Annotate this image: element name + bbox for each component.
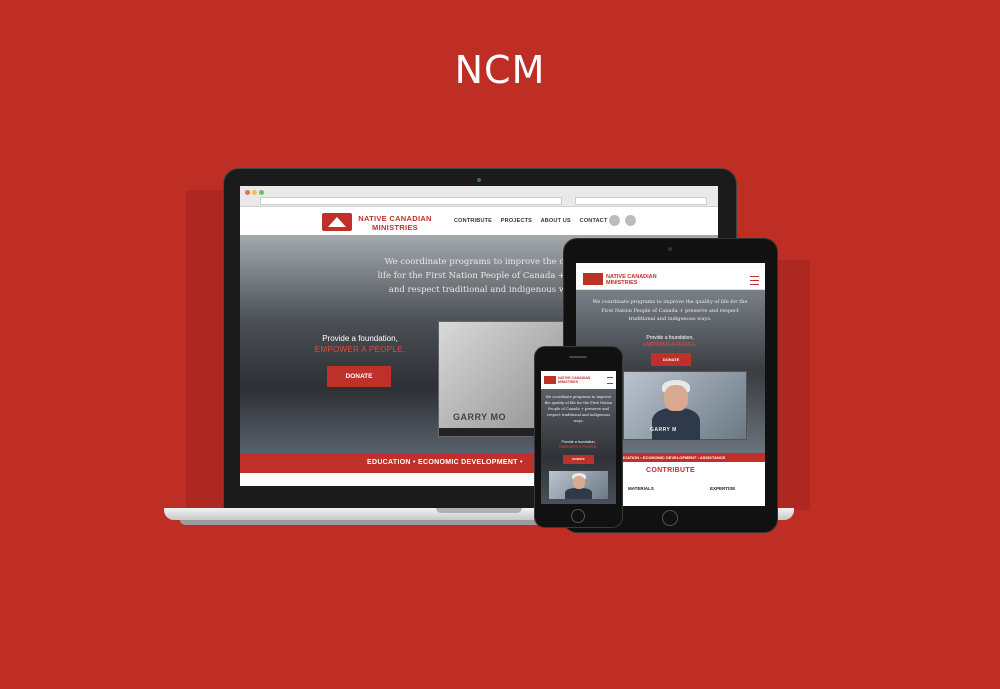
tablet-provide-line-2: EMPOWER A PEOPLE. — [643, 342, 697, 348]
phone-speaker — [569, 356, 587, 358]
browser-search-field[interactable] — [575, 197, 707, 205]
phone-logo-text[interactable]: NATIVE CANADIAN MINISTRIES — [558, 376, 590, 384]
phone-screen: NATIVE CANADIAN MINISTRIES We coordinate… — [541, 371, 616, 504]
tablet-hero-text: We coordinate programs to improve the qu… — [592, 299, 748, 322]
tablet-video-caption: GARRY M — [650, 427, 677, 433]
phone-provide-tagline: Provide a foundation, EMPOWER A PEOPLE. — [544, 440, 613, 450]
tablet-provide-line-1: Provide a foundation, — [646, 335, 694, 341]
provide-tagline: Provide a foundation, EMPOWER A PEOPLE. — [305, 333, 415, 355]
logo-line-2: MINISTRIES — [372, 223, 418, 232]
laptop-notch — [436, 508, 522, 513]
phone-video-person-body — [565, 488, 592, 499]
phone-hero-section: We coordinate programs to improve the qu… — [541, 389, 616, 504]
provide-line-1: Provide a foundation, — [322, 334, 398, 343]
nav-item-contribute[interactable]: CONTRIBUTE — [454, 218, 492, 224]
video-caption: GARRY MO — [453, 412, 507, 422]
tablet-logo-line-2: MINISTRIES — [606, 280, 638, 286]
tablet-site-header: NATIVE CANADIAN MINISTRIES — [576, 269, 765, 290]
page-title: NCM — [454, 48, 546, 92]
phone-logo-line-2: MINISTRIES — [558, 380, 579, 384]
phone-mockup: NATIVE CANADIAN MINISTRIES We coordinate… — [534, 346, 623, 528]
nav-item-about-us[interactable]: ABOUT US — [541, 218, 571, 224]
tablet-video-person-body — [652, 408, 700, 440]
logo-line-1: NATIVE CANADIAN — [358, 214, 432, 223]
tablet-home-button — [662, 510, 678, 526]
tablet-video-player[interactable]: GARRY M — [623, 371, 747, 440]
mountains-logo-icon[interactable] — [322, 213, 352, 231]
expertise-label: EXPERTISE — [710, 486, 736, 491]
phone-video-person-face — [573, 476, 585, 489]
phone-hamburger-menu-icon[interactable] — [607, 377, 613, 384]
laptop-camera — [477, 178, 481, 182]
phone-provide-line-2: EMPOWER A PEOPLE. — [559, 445, 598, 449]
tablet-hamburger-menu-icon[interactable] — [750, 276, 759, 285]
nav-item-contact[interactable]: CONTACT — [580, 218, 608, 224]
donate-button[interactable]: DONATE — [327, 366, 391, 387]
phone-site-header: NATIVE CANADIAN MINISTRIES — [541, 371, 616, 390]
minimize-window-dot[interactable] — [252, 190, 257, 195]
nav-item-projects[interactable]: PROJECTS — [501, 218, 532, 224]
phone-video-player[interactable] — [549, 471, 608, 499]
tablet-video-person-face — [664, 385, 688, 411]
site-logo-text[interactable]: NATIVE CANADIAN MINISTRIES — [356, 214, 434, 232]
tablet-camera — [668, 247, 672, 251]
phone-home-button — [571, 509, 585, 523]
twitter-icon[interactable] — [625, 215, 636, 226]
tablet-mountains-logo-icon[interactable] — [583, 273, 603, 285]
tablet-donate-button[interactable]: DONATE — [651, 353, 691, 366]
site-header: NATIVE CANADIAN MINISTRIES CONTRIBUTE PR… — [240, 207, 718, 236]
tablet-logo-text[interactable]: NATIVE CANADIAN MINISTRIES — [606, 274, 657, 286]
facebook-icon[interactable] — [609, 215, 620, 226]
address-bar[interactable] — [260, 197, 562, 205]
provide-line-2: EMPOWER A PEOPLE. — [314, 345, 406, 354]
materials-label: MATERIALS — [628, 486, 654, 491]
phone-mountains-logo-icon[interactable] — [544, 376, 556, 384]
tablet-provide-tagline: Provide a foundation, EMPOWER A PEOPLE. — [620, 335, 720, 349]
browser-toolbar — [240, 186, 718, 207]
main-nav: CONTRIBUTE PROJECTS ABOUT US CONTACT — [454, 218, 615, 224]
phone-hero-text: We coordinate programs to improve the qu… — [544, 395, 613, 423]
phone-donate-button[interactable]: DONATE — [563, 455, 594, 464]
close-window-dot[interactable] — [245, 190, 250, 195]
maximize-window-dot[interactable] — [259, 190, 264, 195]
